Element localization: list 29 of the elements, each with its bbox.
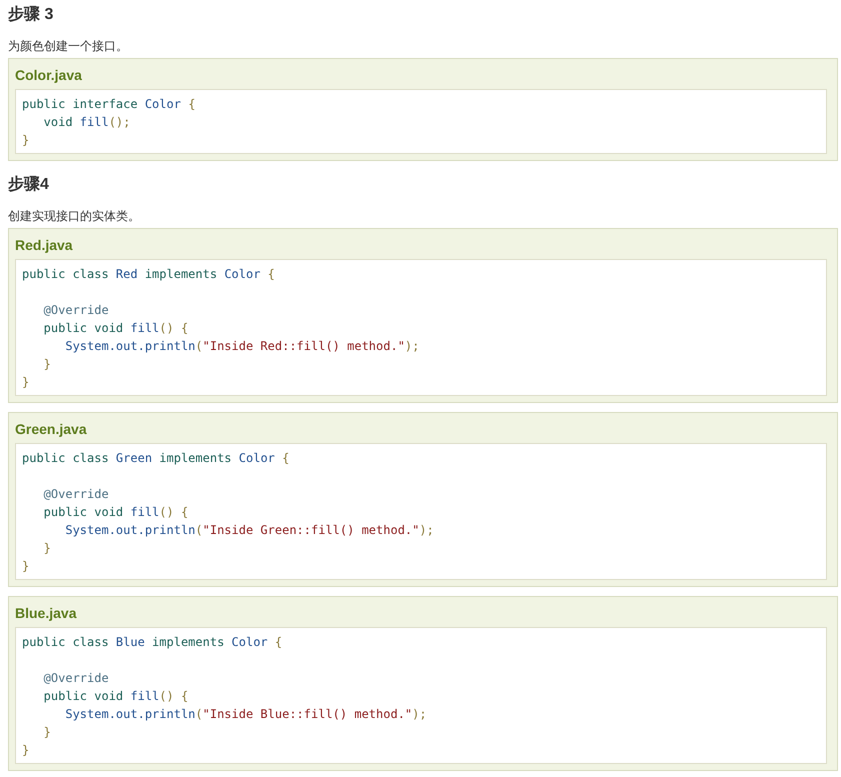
code-line: } <box>44 356 51 373</box>
code-line: } <box>44 724 51 741</box>
step-description: 为颜色创建一个接口。 <box>8 38 128 54</box>
code-line: public void fill() { <box>44 320 188 337</box>
code-line: public void fill() { <box>44 504 188 521</box>
file-title: Color.java <box>15 66 82 85</box>
code-line: public class Green implements Color { <box>22 450 290 467</box>
file-title: Blue.java <box>15 604 76 623</box>
code-line: public interface Color { <box>22 96 196 113</box>
code-line: } <box>22 558 30 575</box>
file-title: Red.java <box>15 236 73 255</box>
code-line: } <box>22 132 30 149</box>
code-line: @Override <box>44 302 109 319</box>
code-line: System.out.println("Inside Blue::fill() method."); <box>65 706 427 723</box>
file-title: Green.java <box>15 420 87 439</box>
code-line: public class Blue implements Color { <box>22 634 282 651</box>
code-line: public class Red implements Color { <box>22 266 275 283</box>
code-line: void fill(); <box>44 114 130 131</box>
step-description: 创建实现接口的实体类。 <box>8 208 140 224</box>
code-line: @Override <box>44 486 109 503</box>
code-line: System.out.println("Inside Red::fill() method."); <box>65 338 420 355</box>
step-heading: 步骤4 <box>8 174 49 195</box>
code-line: @Override <box>44 670 109 687</box>
step-heading: 步骤 3 <box>8 4 54 25</box>
code-line: System.out.println("Inside Green::fill() method."); <box>65 522 434 539</box>
code-line: public void fill() { <box>44 688 188 705</box>
code-line: } <box>22 742 30 759</box>
code-line: } <box>22 374 30 391</box>
code-line: } <box>44 540 51 557</box>
